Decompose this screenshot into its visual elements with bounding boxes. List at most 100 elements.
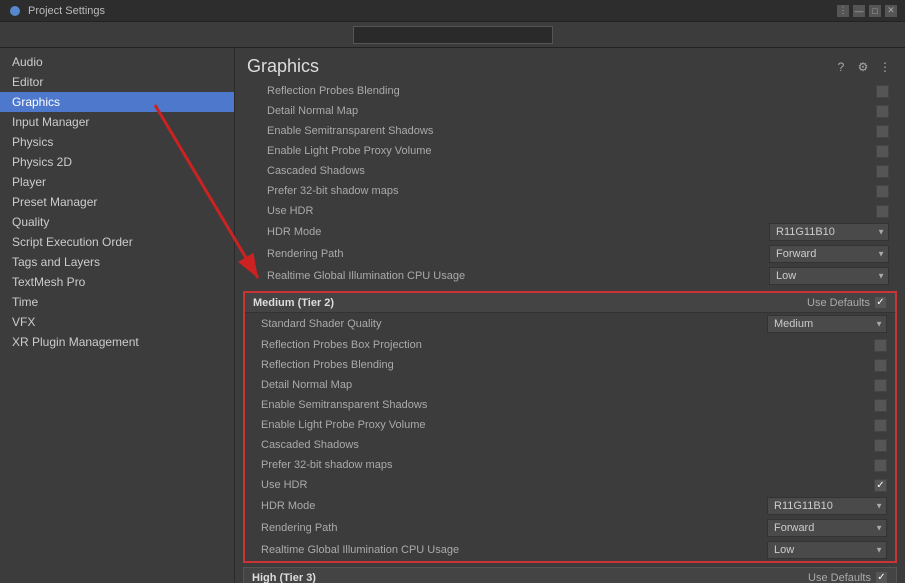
dropdown-realtime-gi-t1[interactable]: Low Medium High Unlimited ▼: [769, 267, 889, 285]
tier-defaults: Use Defaults: [807, 296, 887, 309]
maximize-button[interactable]: □: [869, 5, 881, 17]
checkbox-detail-normal-map-medium[interactable]: [874, 379, 887, 392]
close-button[interactable]: ✕: [885, 5, 897, 17]
sidebar-item-audio[interactable]: Audio: [0, 52, 234, 72]
sidebar-item-script-execution-order[interactable]: Script Execution Order: [0, 232, 234, 252]
app-icon: [8, 4, 22, 18]
checkbox-use-defaults-medium[interactable]: [874, 296, 887, 309]
high-tier-section: High (Tier 3) Use Defaults Standard Shad…: [243, 567, 897, 583]
checkbox-cascaded-shadows-medium[interactable]: [874, 439, 887, 452]
row-label: Reflection Probes Blending: [261, 359, 767, 371]
row-cascaded-shadows-medium: Cascaded Shadows: [245, 435, 895, 455]
checkbox-use-hdr-t1[interactable]: [876, 205, 889, 218]
page-title: Graphics: [247, 56, 319, 77]
row-value: [767, 439, 887, 452]
medium-tier-title: Medium (Tier 2): [253, 297, 334, 309]
checkbox-detail-normal-map-t1[interactable]: [876, 105, 889, 118]
row-value: [769, 165, 889, 178]
row-prefer-32bit-medium: Prefer 32-bit shadow maps: [245, 455, 895, 475]
sidebar-item-graphics[interactable]: Graphics: [0, 92, 234, 112]
tier-defaults-high: Use Defaults: [808, 571, 888, 583]
checkbox-reflection-probes-blending-medium[interactable]: [874, 359, 887, 372]
row-value: [769, 145, 889, 158]
select-realtime-gi-medium[interactable]: Low Medium High Unlimited: [767, 541, 887, 559]
row-label: Rendering Path: [251, 248, 769, 260]
sidebar-item-vfx[interactable]: VFX: [0, 312, 234, 332]
row-label: Enable Light Probe Proxy Volume: [261, 419, 767, 431]
dropdown-hdr-mode-t1[interactable]: R11G11B10 RGBA16 ▼: [769, 223, 889, 241]
checkbox-use-defaults-high[interactable]: [875, 571, 888, 583]
more-icon[interactable]: ⋮: [877, 59, 893, 75]
sidebar-item-quality[interactable]: Quality: [0, 212, 234, 232]
dropdown-rendering-path-medium[interactable]: Forward Deferred ▼: [767, 519, 887, 537]
row-rendering-path-t1: Rendering Path Forward Deferred ▼: [243, 243, 897, 265]
row-standard-shader-quality-medium: Standard Shader Quality Low Medium High …: [245, 313, 895, 335]
checkbox-enable-light-probe-medium[interactable]: [874, 419, 887, 432]
checkbox-prefer-32bit-medium[interactable]: [874, 459, 887, 472]
checkbox-cascaded-shadows-t1[interactable]: [876, 165, 889, 178]
sidebar-item-textmesh-pro[interactable]: TextMesh Pro: [0, 272, 234, 292]
medium-tier-header: Medium (Tier 2) Use Defaults: [245, 293, 895, 313]
high-tier-title: High (Tier 3): [252, 572, 316, 583]
checkbox-enable-semitransparent-t1[interactable]: [876, 125, 889, 138]
row-label: Enable Semitransparent Shadows: [261, 399, 767, 411]
row-label: Prefer 32-bit shadow maps: [261, 459, 767, 471]
row-value: R11G11B10 RGBA16 ▼: [769, 223, 889, 241]
row-value: [769, 85, 889, 98]
use-defaults-label-high: Use Defaults: [808, 572, 871, 583]
select-realtime-gi-t1[interactable]: Low Medium High Unlimited: [769, 267, 889, 285]
checkbox-enable-semitransparent-medium[interactable]: [874, 399, 887, 412]
checkbox-enable-light-probe-t1[interactable]: [876, 145, 889, 158]
row-enable-light-probe-medium: Enable Light Probe Proxy Volume: [245, 415, 895, 435]
sidebar-item-preset-manager[interactable]: Preset Manager: [0, 192, 234, 212]
row-label: Reflection Probes Blending: [251, 85, 769, 97]
row-value: Low Medium High ▼: [767, 315, 887, 333]
row-cascaded-shadows-t1: Cascaded Shadows: [243, 161, 897, 181]
checkbox-reflection-probes-blending-t1[interactable]: [876, 85, 889, 98]
checkbox-prefer-32bit-t1[interactable]: [876, 185, 889, 198]
dropdown-hdr-mode-medium[interactable]: R11G11B10 RGBA16 ▼: [767, 497, 887, 515]
high-tier-header: High (Tier 3) Use Defaults: [244, 568, 896, 583]
select-rendering-path-medium[interactable]: Forward Deferred: [767, 519, 887, 537]
sidebar-item-time[interactable]: Time: [0, 292, 234, 312]
row-value: [767, 459, 887, 472]
row-label: Realtime Global Illumination CPU Usage: [261, 544, 767, 556]
row-realtime-gi-t1: Realtime Global Illumination CPU Usage L…: [243, 265, 897, 287]
row-value: [767, 379, 887, 392]
search-input[interactable]: [353, 26, 553, 44]
row-label: Realtime Global Illumination CPU Usage: [251, 270, 769, 282]
sidebar-item-xr-plugin-management[interactable]: XR Plugin Management: [0, 332, 234, 352]
sidebar-item-editor[interactable]: Editor: [0, 72, 234, 92]
dropdown-realtime-gi-medium[interactable]: Low Medium High Unlimited ▼: [767, 541, 887, 559]
sidebar-item-physics-2d[interactable]: Physics 2D: [0, 152, 234, 172]
settings-icon[interactable]: ⚙: [855, 59, 871, 75]
sidebar-item-tags-and-layers[interactable]: Tags and Layers: [0, 252, 234, 272]
select-standard-shader-medium[interactable]: Low Medium High: [767, 315, 887, 333]
sidebar-item-physics[interactable]: Physics: [0, 132, 234, 152]
sidebar-item-player[interactable]: Player: [0, 172, 234, 192]
row-enable-light-probe-t1: Enable Light Probe Proxy Volume: [243, 141, 897, 161]
row-use-hdr-medium: Use HDR: [245, 475, 895, 495]
row-value: Low Medium High Unlimited ▼: [767, 541, 887, 559]
row-value: [769, 205, 889, 218]
sidebar-item-input-manager[interactable]: Input Manager: [0, 112, 234, 132]
title-bar: Project Settings ⋮ — □ ✕: [0, 0, 905, 22]
checkbox-reflection-probes-box-medium[interactable]: [874, 339, 887, 352]
dropdown-rendering-path-t1[interactable]: Forward Deferred ▼: [769, 245, 889, 263]
select-hdr-mode-t1[interactable]: R11G11B10 RGBA16: [769, 223, 889, 241]
window-controls[interactable]: ⋮ — □ ✕: [837, 5, 897, 17]
row-hdr-mode-t1: HDR Mode R11G11B10 RGBA16 ▼: [243, 221, 897, 243]
row-label: Reflection Probes Box Projection: [261, 339, 767, 351]
dropdown-standard-shader-medium[interactable]: Low Medium High ▼: [767, 315, 887, 333]
more-options-button[interactable]: ⋮: [837, 5, 849, 17]
checkbox-use-hdr-medium[interactable]: [874, 479, 887, 492]
tier1-section: Reflection Probes Blending Detail Normal…: [235, 81, 905, 287]
content-header: Graphics ? ⚙ ⋮: [235, 48, 905, 81]
help-icon[interactable]: ?: [833, 59, 849, 75]
select-rendering-path-t1[interactable]: Forward Deferred: [769, 245, 889, 263]
select-hdr-mode-medium[interactable]: R11G11B10 RGBA16: [767, 497, 887, 515]
row-hdr-mode-medium: HDR Mode R11G11B10 RGBA16 ▼: [245, 495, 895, 517]
row-label: Enable Semitransparent Shadows: [251, 125, 769, 137]
minimize-button[interactable]: —: [853, 5, 865, 17]
row-use-hdr-t1: Use HDR: [243, 201, 897, 221]
